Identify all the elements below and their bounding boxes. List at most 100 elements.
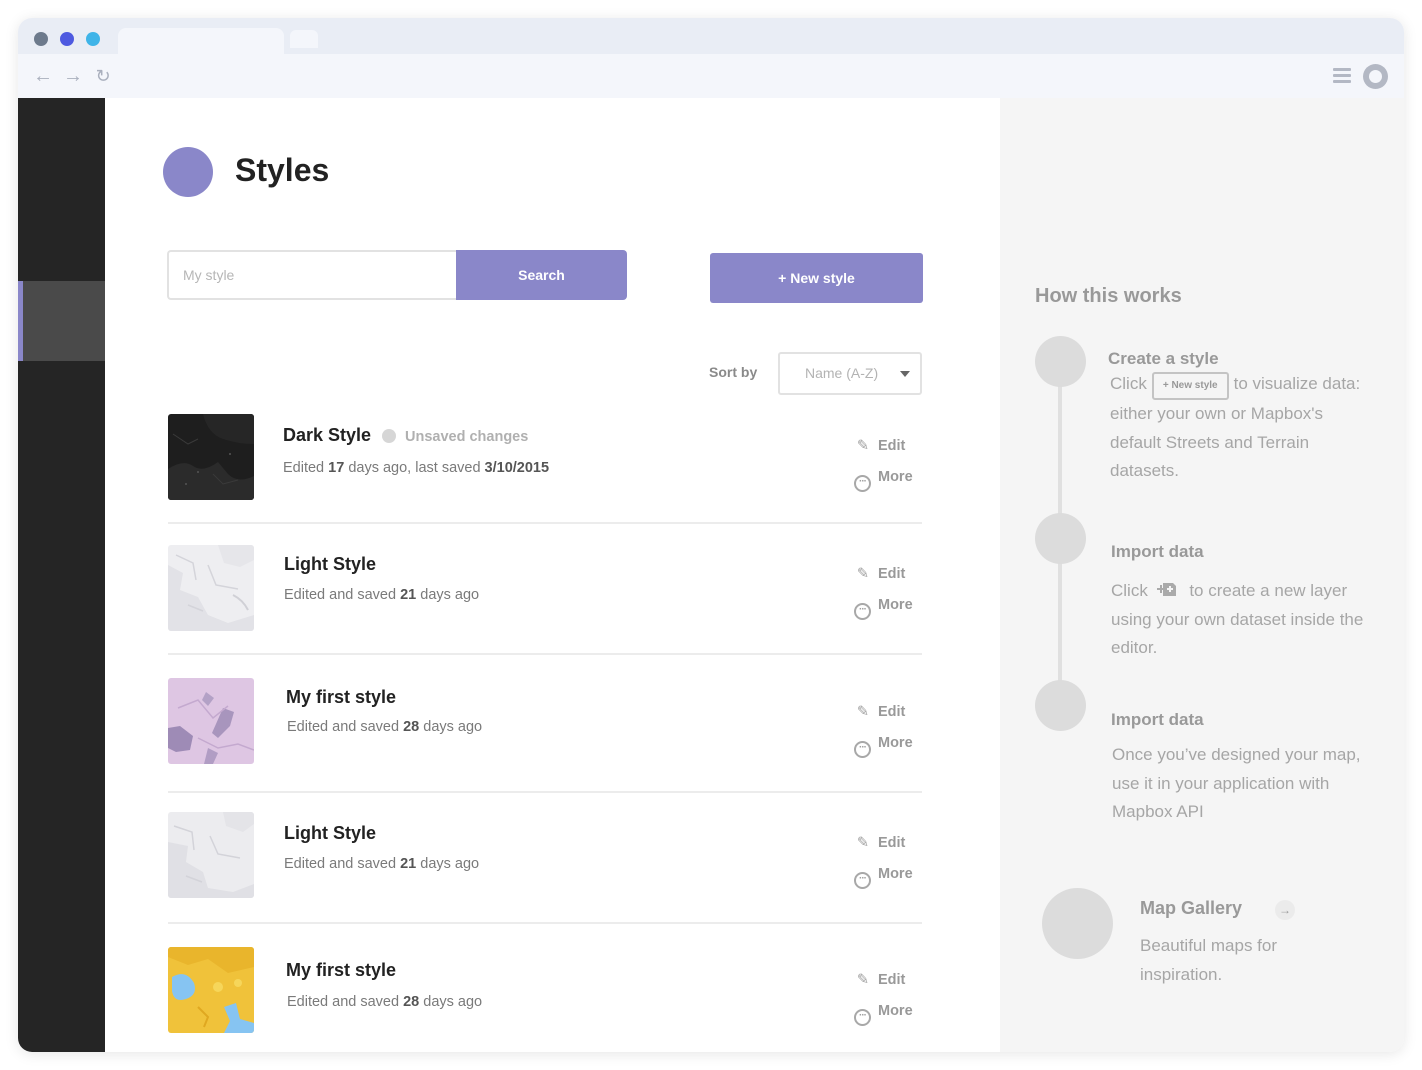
sort-label: Sort by bbox=[709, 364, 758, 380]
edit-button[interactable]: ✎ Edit bbox=[854, 438, 905, 454]
meta-text: days ago bbox=[416, 587, 480, 603]
edit-label: Edit bbox=[878, 438, 906, 454]
pencil-icon: ✎ bbox=[856, 704, 870, 720]
style-name[interactable]: Dark Style bbox=[283, 425, 371, 446]
inline-new-style-button: + New style bbox=[1151, 372, 1229, 400]
sort-select[interactable]: Name (A-Z) bbox=[778, 352, 922, 395]
edit-button[interactable]: ✎ Edit bbox=[854, 972, 905, 988]
add-layer-icon bbox=[1156, 579, 1177, 596]
pencil-icon: ✎ bbox=[856, 438, 870, 454]
style-thumbnail-purple[interactable] bbox=[168, 678, 254, 764]
step-text: Click + New style to visualize data: eithe… bbox=[1110, 370, 1370, 486]
gallery-description: Beautiful maps for inspiration. bbox=[1140, 936, 1278, 984]
step-circle bbox=[1035, 336, 1086, 387]
help-panel: How this works Create a style Click + New… bbox=[1000, 98, 1404, 1052]
meta-text: Edited and saved bbox=[287, 719, 404, 735]
style-thumbnail-light[interactable] bbox=[168, 545, 254, 631]
more-label: More bbox=[878, 866, 913, 882]
step-text-part: to visualize data: either your own or Ma… bbox=[1110, 374, 1361, 480]
style-meta: Edited and saved 28 days ago bbox=[287, 994, 482, 1010]
hamburger-menu-icon[interactable] bbox=[1332, 66, 1352, 86]
page-title: Styles bbox=[235, 152, 330, 188]
edit-label: Edit bbox=[878, 835, 906, 851]
window-maximize-dot[interactable] bbox=[86, 32, 100, 46]
step-text: Once you’ve designed your map, use it in… bbox=[1112, 745, 1361, 821]
sidebar-active-indicator bbox=[18, 281, 23, 361]
style-row[interactable]: My first style Edited and saved 28 days … bbox=[168, 924, 922, 1052]
meta-days: 21 bbox=[400, 587, 417, 603]
step-title: Create a style bbox=[1108, 349, 1219, 368]
edit-label: Edit bbox=[878, 972, 906, 988]
edit-button[interactable]: ✎ Edit bbox=[854, 566, 905, 582]
style-row[interactable]: Dark Style Unsaved changes Edited 17 day… bbox=[168, 396, 922, 524]
map-gallery-link[interactable]: Map Gallery bbox=[1140, 898, 1242, 919]
pencil-icon: ✎ bbox=[856, 972, 870, 988]
step-text-part: Click bbox=[1110, 374, 1147, 393]
meta-text: Edited and saved bbox=[284, 856, 401, 872]
edit-button[interactable]: ✎ Edit bbox=[854, 704, 905, 720]
main-content: Styles Search + New style Sort by Name (… bbox=[105, 98, 1000, 1052]
more-button[interactable]: ··· More bbox=[854, 866, 913, 889]
browser-tab-bar bbox=[18, 18, 1404, 54]
browser-new-tab[interactable] bbox=[290, 30, 318, 48]
style-name[interactable]: Light Style bbox=[284, 554, 376, 575]
style-thumbnail-light[interactable] bbox=[168, 812, 254, 898]
more-button[interactable]: ··· More bbox=[854, 1003, 913, 1026]
more-button[interactable]: ··· More bbox=[854, 735, 913, 758]
compass-icon[interactable] bbox=[1363, 64, 1388, 89]
style-meta: Edited and saved 21 days ago bbox=[284, 587, 479, 603]
new-style-button[interactable]: + New style bbox=[710, 253, 923, 303]
unsaved-label: Unsaved changes bbox=[405, 429, 529, 445]
style-name[interactable]: My first style bbox=[286, 960, 396, 981]
status-dot-icon bbox=[382, 429, 396, 443]
style-name[interactable]: Light Style bbox=[284, 823, 376, 844]
meta-text: days ago, last saved bbox=[344, 460, 485, 476]
forward-arrow-icon[interactable]: → bbox=[62, 66, 84, 86]
more-label: More bbox=[878, 469, 913, 485]
browser-window: ← → ↻ Styles Search + New style Sort by … bbox=[18, 18, 1404, 1052]
more-button[interactable]: ··· More bbox=[854, 469, 913, 492]
gallery-circle[interactable] bbox=[1042, 888, 1113, 959]
back-arrow-icon[interactable]: ← bbox=[32, 66, 54, 86]
style-name[interactable]: My first style bbox=[286, 687, 396, 708]
unsaved-badge: Unsaved changes bbox=[382, 429, 528, 445]
meta-text: Edited and saved bbox=[287, 994, 404, 1010]
step-text: Click to create a new layer using your o… bbox=[1111, 577, 1371, 663]
style-meta: Edited and saved 21 days ago bbox=[284, 856, 479, 872]
step-title: Import data bbox=[1111, 542, 1204, 561]
more-label: More bbox=[878, 597, 913, 613]
style-row[interactable]: My first style Edited and saved 28 days … bbox=[168, 655, 922, 793]
meta-days: 28 bbox=[403, 719, 420, 735]
more-dots-icon: ··· bbox=[854, 475, 871, 492]
meta-date: 3/10/2015 bbox=[484, 460, 550, 476]
meta-days: 21 bbox=[400, 856, 417, 872]
browser-toolbar bbox=[18, 54, 1404, 98]
step-circle bbox=[1035, 513, 1086, 564]
help-title: How this works bbox=[1035, 285, 1182, 307]
browser-tab-active[interactable] bbox=[118, 28, 284, 54]
style-thumbnail-yellow[interactable] bbox=[168, 947, 254, 1033]
edit-button[interactable]: ✎ Edit bbox=[854, 835, 905, 851]
step-title: Import data bbox=[1111, 710, 1204, 729]
more-dots-icon: ··· bbox=[854, 603, 871, 620]
step-circle bbox=[1035, 680, 1086, 731]
meta-days: 17 bbox=[328, 460, 345, 476]
search-input[interactable] bbox=[167, 250, 457, 300]
step-text-part: to create a new layer using your own dat… bbox=[1111, 581, 1364, 657]
reload-icon[interactable]: ↻ bbox=[92, 66, 114, 86]
style-row[interactable]: Light Style Edited and saved 21 days ago… bbox=[168, 793, 922, 924]
more-dots-icon: ··· bbox=[854, 1009, 871, 1026]
more-dots-icon: ··· bbox=[854, 741, 871, 758]
more-button[interactable]: ··· More bbox=[854, 597, 913, 620]
edit-label: Edit bbox=[878, 704, 906, 720]
sidebar-item-active[interactable] bbox=[18, 281, 105, 361]
style-thumbnail-dark[interactable] bbox=[168, 414, 254, 500]
search-button[interactable]: Search bbox=[456, 250, 627, 300]
avatar[interactable] bbox=[163, 147, 213, 197]
style-row[interactable]: Light Style Edited and saved 21 days ago… bbox=[168, 524, 922, 655]
arrow-right-icon[interactable]: → bbox=[1275, 900, 1295, 920]
window-minimize-dot[interactable] bbox=[60, 32, 74, 46]
more-label: More bbox=[878, 735, 913, 751]
window-close-dot[interactable] bbox=[34, 32, 48, 46]
meta-text: Edited bbox=[283, 460, 329, 476]
